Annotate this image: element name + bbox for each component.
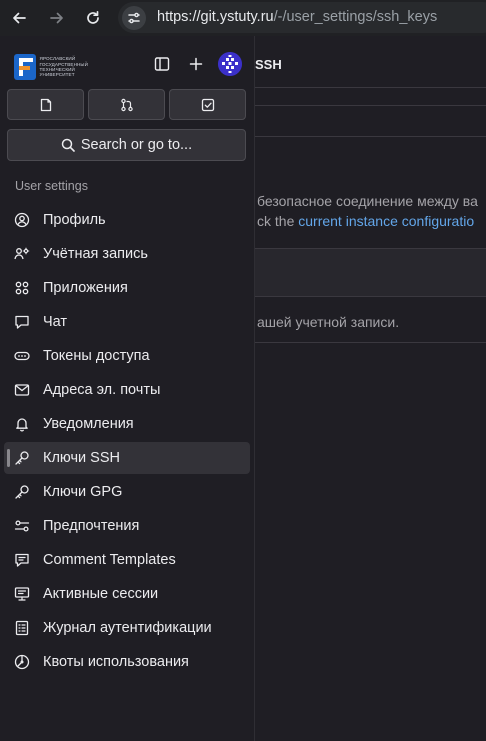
sidebar-item-emails[interactable]: Адреса эл. почты	[4, 374, 250, 406]
sidebar-item-label: Адреса эл. почты	[43, 382, 161, 398]
keys-table-header	[254, 248, 486, 296]
sidebar-item-access-tokens[interactable]: Токены доступа	[4, 340, 250, 372]
sidebar-item-account[interactable]: Учётная запись	[4, 238, 250, 270]
sidebar-item-label: Профиль	[43, 212, 106, 228]
reload-icon[interactable]	[82, 7, 104, 29]
search-button[interactable]: Search or go to...	[7, 129, 246, 161]
divider	[254, 248, 486, 249]
empty-state-text: ашей учетной записи.	[257, 314, 400, 330]
sidebar-item-chat[interactable]: Чат	[4, 306, 250, 338]
plus-icon[interactable]	[185, 53, 207, 75]
sidebar-item-active-sessions[interactable]: Активные сессии	[4, 578, 250, 610]
mail-icon	[14, 382, 30, 398]
sidebar-item-label: Предпочтения	[43, 518, 140, 534]
back-arrow-icon[interactable]	[8, 7, 30, 29]
logo-text: ЯРОСЛАВСКИЙ ГОСУДАРСТВЕННЫЙ ТЕХНИЧЕСКИЙ …	[40, 56, 88, 78]
quota-icon	[14, 654, 30, 670]
sidebar-item-label: Comment Templates	[43, 552, 176, 568]
search-label: Search or go to...	[80, 137, 193, 153]
page-description: безопасное соединение между ва	[257, 193, 478, 209]
sidebar-item-label: Активные сессии	[43, 586, 159, 602]
sidebar-item-label: Чат	[43, 314, 68, 330]
sidebar-item-label: Уведомления	[43, 416, 134, 432]
description-prefix: ck the	[257, 213, 299, 229]
url-host: https://git.ystuty.ru	[157, 9, 274, 25]
search-icon	[61, 138, 75, 152]
merge-request-icon	[120, 98, 133, 111]
section-title: User settings	[15, 179, 88, 193]
divider	[254, 136, 486, 137]
sidebar: ЯРОСЛАВСКИЙ ГОСУДАРСТВЕННЫЙ ТЕХНИЧЕСКИЙ …	[0, 36, 255, 741]
comment-icon	[14, 552, 30, 568]
url-text[interactable]: https://git.ystuty.ru/-/user_settings/ss…	[157, 9, 437, 25]
logo-mark	[14, 54, 36, 80]
divider	[254, 87, 486, 88]
page-description-line2: ck the current instance configuratio	[257, 213, 474, 229]
sidebar-toggle-icon[interactable]	[151, 53, 173, 75]
divider	[254, 342, 486, 343]
sidebar-item-label: Учётная запись	[43, 246, 148, 262]
sidebar-item-label: Квоты использования	[43, 654, 189, 670]
breadcrumb-current[interactable]: SSH	[255, 57, 282, 72]
sidebar-item-comment-templates[interactable]: Comment Templates	[4, 544, 250, 576]
key-icon	[14, 484, 30, 500]
profile-icon	[14, 212, 30, 228]
instance-configuration-link[interactable]: current instance configuratio	[298, 213, 474, 229]
sidebar-item-ssh-keys[interactable]: Ключи SSH	[4, 442, 250, 474]
sidebar-item-label: Ключи GPG	[43, 484, 123, 500]
bell-icon	[14, 416, 30, 432]
sidebar-item-label: Ключи SSH	[43, 450, 120, 466]
user-avatar[interactable]	[218, 52, 242, 76]
todo-button[interactable]	[169, 89, 246, 120]
sidebar-item-profile[interactable]: Профиль	[4, 204, 250, 236]
applications-icon	[14, 280, 30, 296]
divider	[254, 105, 486, 106]
sidebar-item-auth-log[interactable]: Журнал аутентификации	[4, 612, 250, 644]
sidebar-item-gpg-keys[interactable]: Ключи GPG	[4, 476, 250, 508]
monitor-icon	[14, 586, 30, 602]
sidebar-item-applications[interactable]: Приложения	[4, 272, 250, 304]
university-logo[interactable]: ЯРОСЛАВСКИЙ ГОСУДАРСТВЕННЫЙ ТЕХНИЧЕСКИЙ …	[14, 53, 88, 81]
logo-line: УНИВЕРСИТЕТ	[39, 72, 75, 78]
divider	[254, 296, 486, 297]
key-icon	[14, 450, 30, 466]
url-path: /-/user_settings/ssh_keys	[273, 9, 438, 25]
sidebar-item-notifications[interactable]: Уведомления	[4, 408, 250, 440]
log-icon	[14, 620, 30, 636]
sidebar-item-label: Токены доступа	[43, 348, 150, 364]
todo-icon	[201, 98, 214, 111]
sidebar-item-usage-quotas[interactable]: Квоты использования	[4, 646, 250, 678]
forward-arrow-icon[interactable]	[46, 7, 68, 29]
main-content: SSH безопасное соединение между ва ck th…	[254, 36, 486, 741]
chat-icon	[14, 314, 30, 330]
browser-toolbar: https://git.ystuty.ru/-/user_settings/ss…	[0, 0, 486, 36]
token-icon	[14, 348, 30, 364]
account-icon	[14, 246, 30, 262]
site-settings-icon[interactable]	[122, 6, 146, 30]
preferences-icon	[14, 518, 30, 534]
issues-icon	[40, 98, 51, 111]
sidebar-item-label: Журнал аутентификации	[43, 620, 212, 636]
merge-requests-button[interactable]	[88, 89, 165, 120]
sidebar-item-preferences[interactable]: Предпочтения	[4, 510, 250, 542]
sidebar-item-label: Приложения	[43, 280, 128, 296]
issues-button[interactable]	[7, 89, 84, 120]
